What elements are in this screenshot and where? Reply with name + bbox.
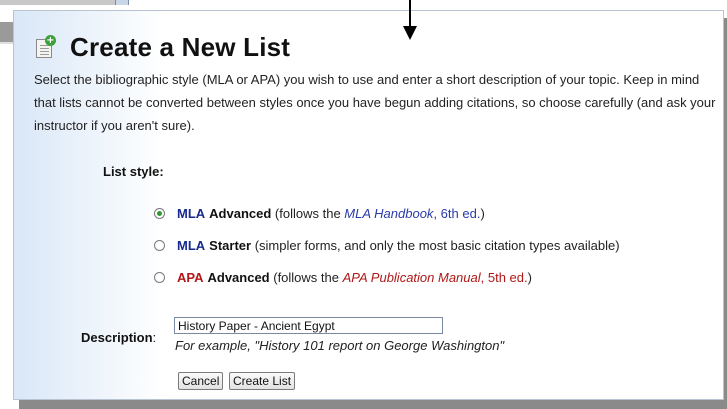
option-name: Advanced [209,205,272,221]
description-label: Description: [81,330,156,345]
style-option-mla-advanced[interactable]: MLA Advanced (follows the MLA Handbook ,… [154,204,485,222]
dialog-title: Create a New List [70,31,291,62]
dialog-header: + Create a New List [36,29,290,65]
style-option-apa-advanced[interactable]: APA Advanced (follows the APA Publicatio… [154,268,532,286]
option-detail-end: ) [480,205,485,221]
option-prefix: APA [177,269,204,285]
option-publication: MLA Handbook [344,205,434,221]
cancel-button[interactable]: Cancel [178,372,224,390]
option-name: Starter [209,237,252,253]
option-detail-mid: , [480,269,488,285]
dialog-instructions: Select the bibliographic style (MLA or A… [34,72,716,133]
annotation-arrow-line [409,0,411,28]
radio-mla-starter[interactable] [154,239,165,251]
option-name: Advanced [207,269,270,285]
radio-mla-advanced[interactable] [154,207,165,219]
option-detail: (simpler forms, and only the most basic … [251,237,620,253]
option-edition: 6th ed. [440,205,481,221]
description-label-text: Description [81,330,153,345]
description-input[interactable] [174,317,443,334]
create-list-button[interactable]: Create List [229,372,296,390]
background-scrollbar [115,0,129,5]
description-example: For example, "History 101 report on Geor… [175,338,505,353]
option-detail: (follows the [269,269,343,285]
option-prefix: MLA [177,237,206,253]
option-detail: (follows the [271,205,345,221]
description-colon: : [152,330,157,345]
option-prefix: MLA [177,205,206,221]
background-window-strip [0,0,115,5]
style-option-mla-starter[interactable]: MLA Starter (simpler forms, and only the… [154,236,620,254]
create-list-dialog: + Create a New List Select the bibliogra… [13,10,724,400]
option-publication: APA Publication Manual [342,269,481,285]
list-style-label: List style: [103,164,164,179]
option-edition: 5th ed. [487,269,528,285]
down-arrow-icon [403,26,417,40]
new-list-icon: + [36,35,56,59]
option-detail-end: ) [527,269,532,285]
radio-apa-advanced[interactable] [154,271,165,283]
option-detail-mid: , [433,205,441,221]
